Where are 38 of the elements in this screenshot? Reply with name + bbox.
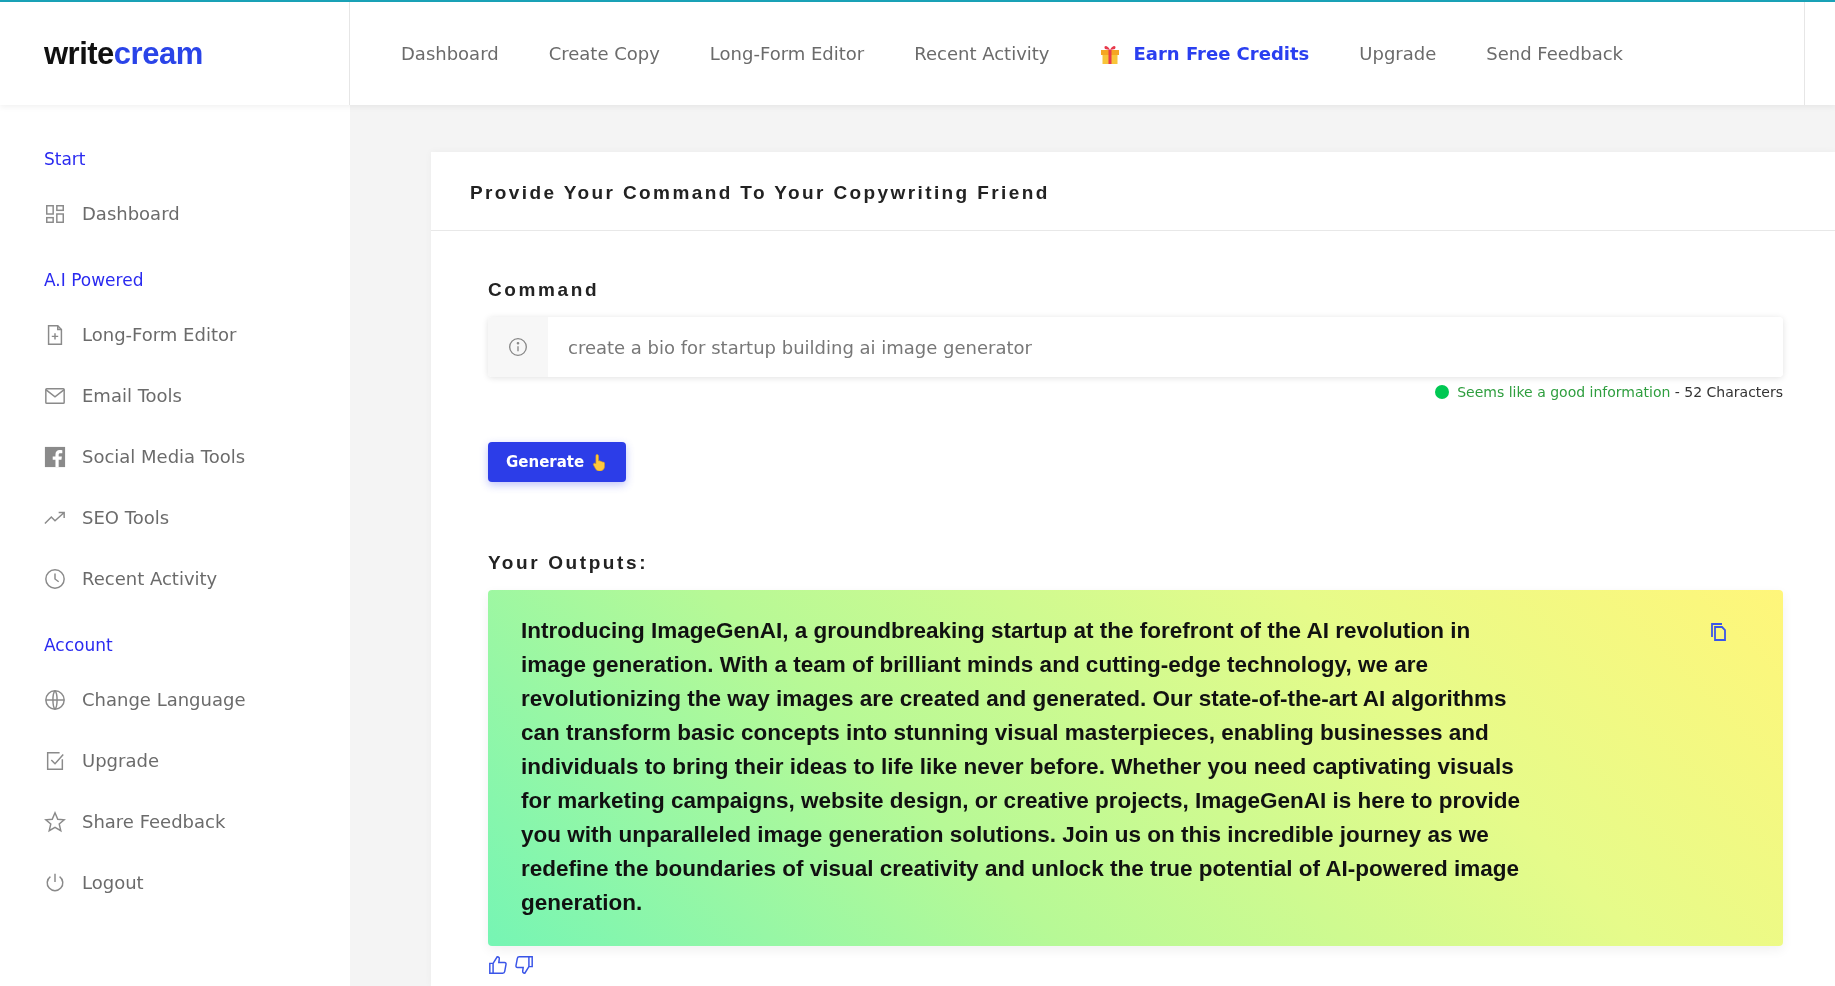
nav-link[interactable]: Send Feedback: [1486, 43, 1624, 64]
sidebar-item[interactable]: Upgrade: [44, 730, 350, 791]
command-label: Command: [488, 279, 601, 301]
nav-link[interactable]: Dashboard: [401, 43, 499, 64]
nav-link[interactable]: Earn Free Credits: [1099, 42, 1310, 65]
outputs-label: Your Outputs:: [488, 552, 650, 574]
info-icon: [508, 337, 528, 357]
sidebar-item[interactable]: Dashboard: [44, 183, 350, 244]
checkbox-icon: [44, 749, 66, 772]
thumbs-down-button[interactable]: [514, 956, 534, 974]
sidebar-item[interactable]: Change Language: [44, 669, 350, 730]
generate-button[interactable]: Generate: [488, 442, 627, 482]
nav-link[interactable]: Create Copy: [548, 43, 660, 64]
nav-link[interactable]: Long-Form Editor: [709, 43, 865, 64]
sidebar-section-title: A.I Powered: [44, 270, 145, 290]
output-text: Introducing ImageGenAI, a groundbreaking startup at the forefront of the AI revolution in image generation. With a team of brilliant minds and cutting-edge technology, we are revolutionizing the way images are created and generated. Our state-of-the-art AI algorithms can transform basic concepts into stunning visual masterpieces, enabling businesses and individuals to bring their ideas to life like never before. Whether you need captivating visuals for marketing campaigns, website design, or creative projects, ImageGenAI is here to provide you with unparalleled image generation solutions. Join us on this incredible journey as we redefine the boundaries of visual creativity and unlock the true potential of AI-powered image generation.: [521, 617, 1522, 917]
facebook-icon: [44, 445, 66, 468]
sidebar-item[interactable]: Recent Activity: [44, 548, 350, 609]
dashboard-grid-icon: [44, 202, 66, 225]
sidebar-item[interactable]: SEO Tools: [44, 487, 350, 548]
card-title: Provide Your Command To Your Copywriting Friend: [470, 182, 1051, 204]
star-icon: [44, 810, 66, 833]
sidebar-item[interactable]: Social Media Tools: [44, 426, 350, 487]
power-icon: [44, 871, 66, 894]
clock-icon: [44, 567, 66, 590]
sidebar-section-title: Start: [44, 149, 87, 169]
sidebar-item[interactable]: Share Feedback: [44, 791, 350, 852]
nav-link[interactable]: Upgrade: [1359, 43, 1437, 64]
thumbs-up-button[interactable]: [488, 956, 508, 974]
nav-link[interactable]: Recent Activity: [914, 43, 1050, 64]
sidebar-item[interactable]: Logout: [44, 852, 350, 913]
logo[interactable]: writecream: [44, 35, 203, 72]
copy-button[interactable]: [1710, 622, 1728, 642]
sidebar-item[interactable]: Email Tools: [44, 365, 350, 426]
status-text: Seems like a good information - 52 Characters: [1457, 384, 1783, 400]
globe-icon: [44, 688, 66, 711]
sidebar-section-title: Account: [44, 635, 114, 655]
sidebar-item[interactable]: Long-Form Editor: [44, 304, 350, 365]
